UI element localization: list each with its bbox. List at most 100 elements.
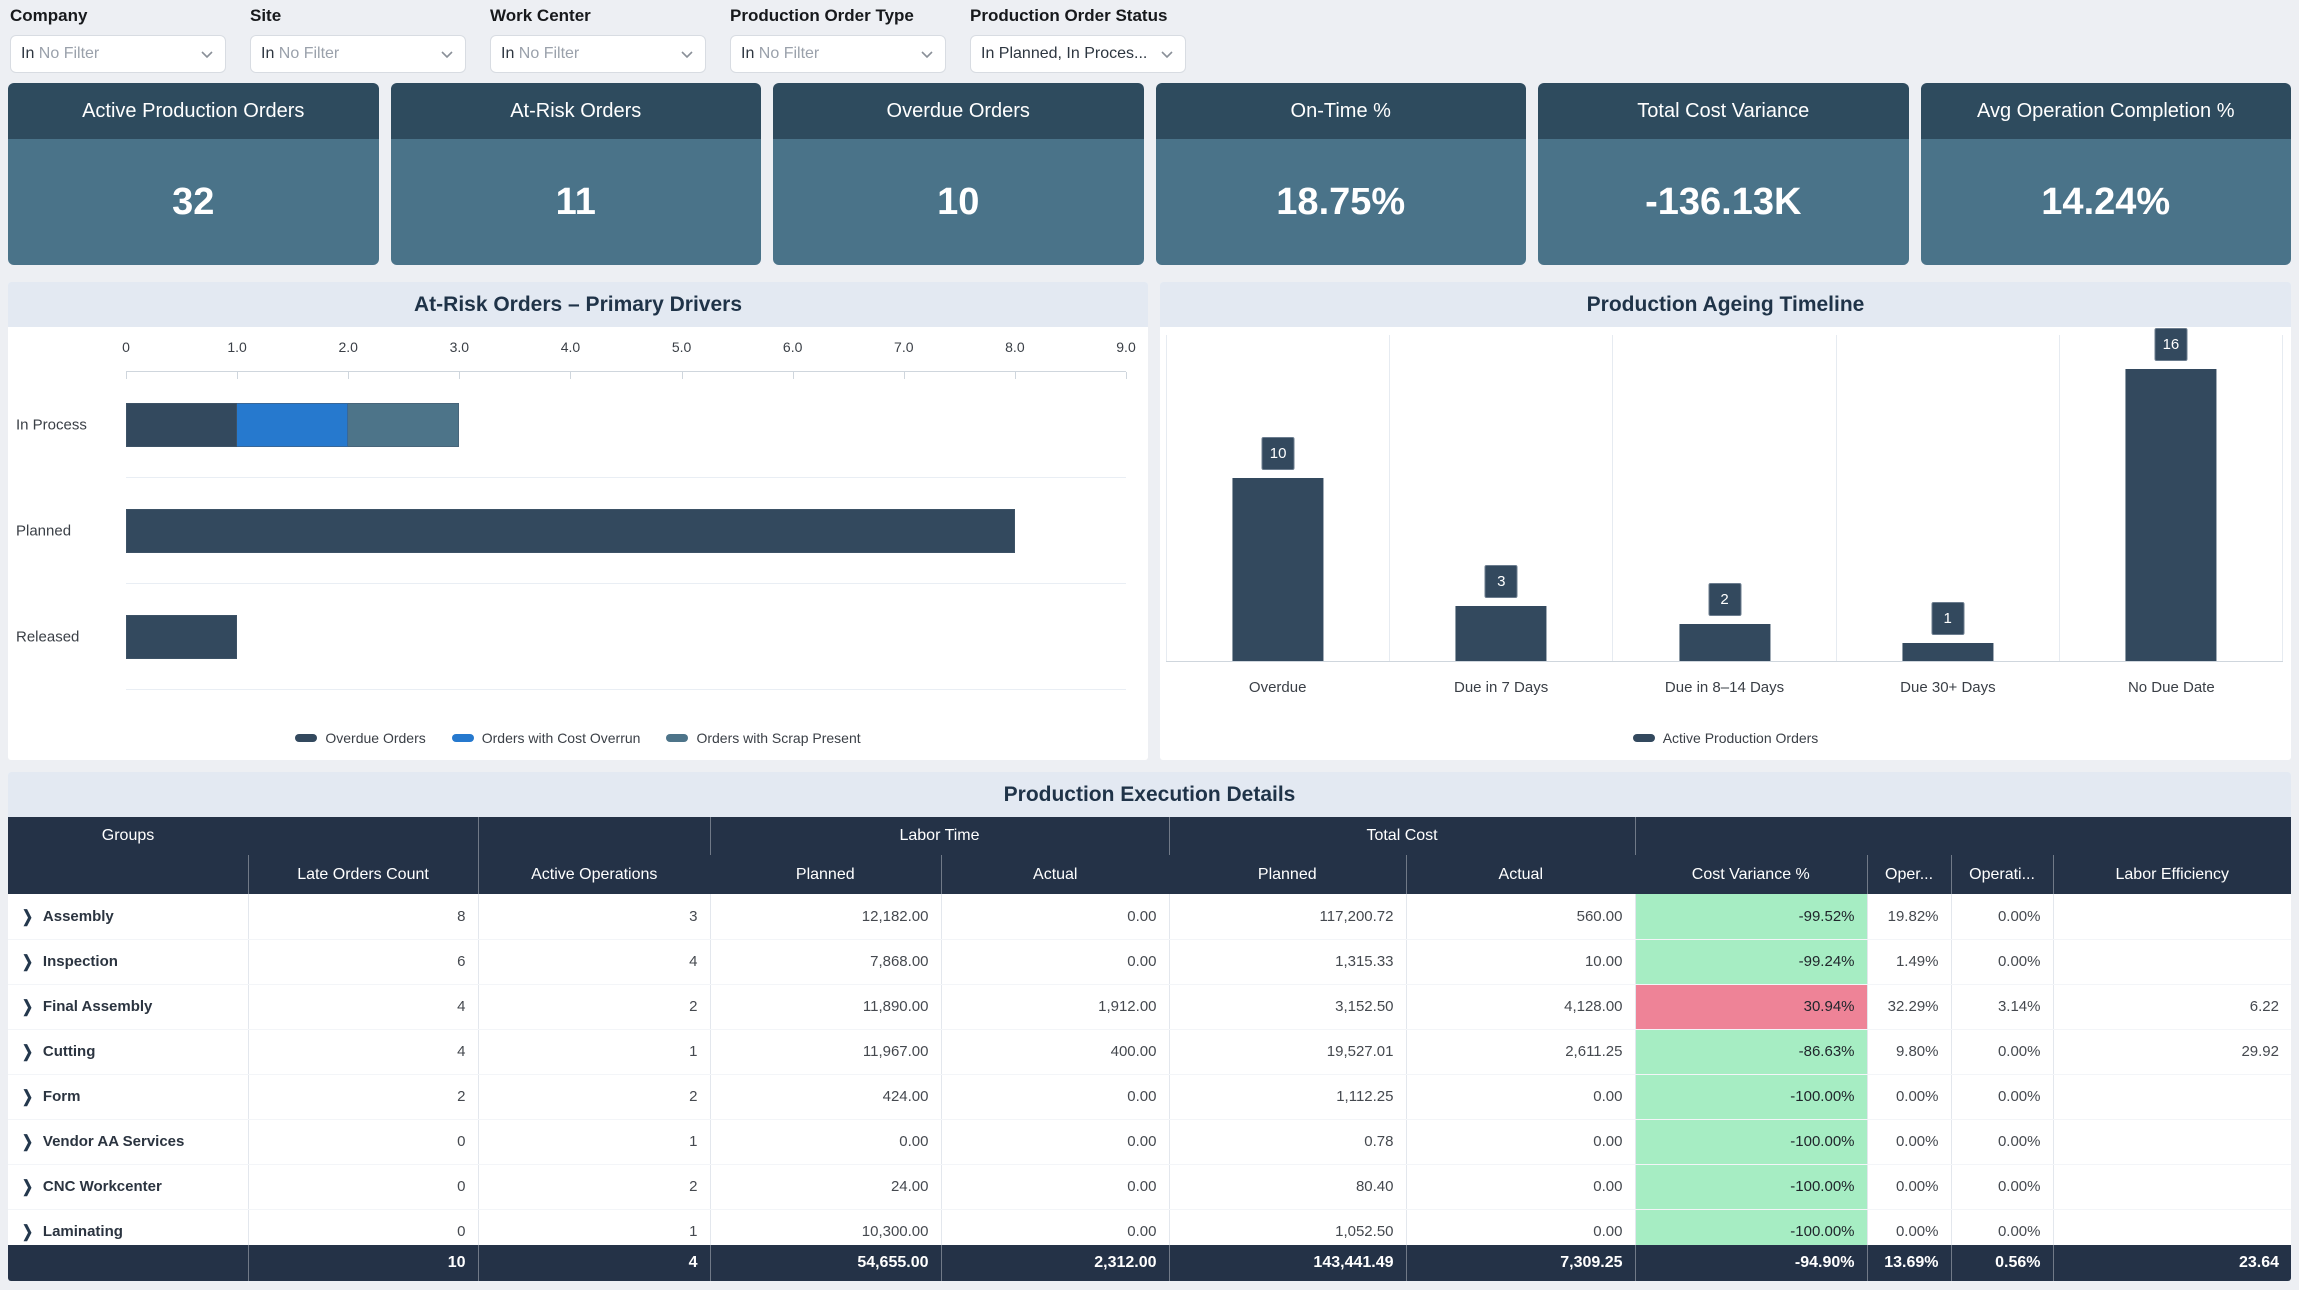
- cell-ops: 3: [478, 894, 710, 939]
- expand-chevron-icon[interactable]: ❯: [22, 1042, 33, 1062]
- filter-bar: CompanyIn No FilterSiteIn No FilterWork …: [0, 0, 2299, 83]
- legend: Overdue Orders Orders with Cost Overrun Or…: [8, 730, 1148, 746]
- x-tick-label: 4.0: [561, 339, 580, 355]
- column-header-operati-truncated[interactable]: Operati...: [1951, 855, 2053, 894]
- table-row[interactable]: ❯Cutting4111,967.00400.0019,527.012,611.…: [8, 1029, 2291, 1074]
- cell-late: 6: [248, 939, 478, 984]
- dashboard: CompanyIn No FilterSiteIn No FilterWork …: [0, 0, 2299, 1281]
- column-header-labor-actual[interactable]: Actual: [941, 855, 1169, 894]
- expand-chevron-icon[interactable]: ❯: [22, 997, 33, 1017]
- table-row[interactable]: ❯Laminating0110,300.000.001,052.500.00-1…: [8, 1209, 2291, 1245]
- category-label: In Process: [16, 416, 116, 433]
- bar-overdue[interactable]: [1233, 478, 1324, 661]
- bar-no-due-date[interactable]: [2125, 369, 2216, 661]
- expand-chevron-icon[interactable]: ❯: [22, 1087, 33, 1107]
- bar-segment-overdue-orders[interactable]: [126, 615, 237, 659]
- cell-oper: 32.29%: [1867, 984, 1951, 1029]
- category-label: Due 30+ Days: [1836, 679, 2059, 696]
- filter-label: Production Order Type: [730, 6, 946, 26]
- kpi-value: 32: [8, 139, 379, 265]
- expand-chevron-icon[interactable]: ❯: [22, 952, 33, 972]
- legend-item[interactable]: Orders with Cost Overrun: [452, 730, 641, 746]
- cell-variance: -99.52%: [1635, 894, 1867, 939]
- cell-variance: -99.24%: [1635, 939, 1867, 984]
- expand-chevron-icon[interactable]: ❯: [22, 1222, 33, 1242]
- legend-item[interactable]: Overdue Orders: [295, 730, 425, 746]
- cell-tc_actual: 0.00: [1406, 1119, 1635, 1164]
- column-header-cost-planned[interactable]: Planned: [1169, 855, 1406, 894]
- category-label: Due in 7 Days: [1389, 679, 1612, 696]
- stacked-bar-in-process: [126, 403, 1126, 447]
- table-row[interactable]: ❯Assembly8312,182.000.00117,200.72560.00…: [8, 894, 2291, 939]
- column-header-oper-truncated[interactable]: Oper...: [1867, 855, 1951, 894]
- kpi-value: 10: [773, 139, 1144, 265]
- at-risk-drivers-chart: 01.02.03.04.05.06.07.08.09.0 In ProcessP…: [8, 327, 1148, 760]
- cell-labor_eff: 29.92: [2053, 1029, 2291, 1074]
- table-row[interactable]: ❯Vendor AA Services010.000.000.780.00-10…: [8, 1119, 2291, 1164]
- cell-lt_planned: 12,182.00: [710, 894, 941, 939]
- bar-segment-orders-with-cost-overrun[interactable]: [237, 403, 348, 447]
- kpi-value: 11: [391, 139, 762, 265]
- expand-chevron-icon[interactable]: ❯: [22, 907, 33, 927]
- column-header-labor-planned[interactable]: Planned: [710, 855, 941, 894]
- column-header-cost-actual[interactable]: Actual: [1406, 855, 1635, 894]
- cell-oper: 0.00%: [1867, 1164, 1951, 1209]
- cell-tc_actual: 0.00: [1406, 1074, 1635, 1119]
- cell-variance: -100.00%: [1635, 1074, 1867, 1119]
- table-row[interactable]: ❯Form22424.000.001,112.250.00-100.00%0.0…: [8, 1074, 2291, 1119]
- ageing-timeline-chart-title: Production Ageing Timeline: [1160, 282, 2291, 327]
- cell-lt_actual: 0.00: [941, 1119, 1169, 1164]
- cell-late: 0: [248, 1164, 478, 1209]
- x-tick-label: 3.0: [450, 339, 469, 355]
- cell-tc_actual: 560.00: [1406, 894, 1635, 939]
- bar-due-in-7-days[interactable]: [1456, 606, 1547, 661]
- totals-cell-operati: 0.56%: [1951, 1245, 2053, 1281]
- expand-chevron-icon[interactable]: ❯: [22, 1132, 33, 1152]
- group-name: Vendor AA Services: [43, 1133, 184, 1150]
- filter-dropdown[interactable]: In No Filter: [490, 35, 706, 73]
- column-header-labor-efficiency[interactable]: Labor Efficiency: [2053, 855, 2291, 894]
- cell-tc_planned: 80.40: [1169, 1164, 1406, 1209]
- cell-tc_actual: 4,128.00: [1406, 984, 1635, 1029]
- cell-lt_planned: 424.00: [710, 1074, 941, 1119]
- cell-ops: 1: [478, 1119, 710, 1164]
- filter-label: Production Order Status: [970, 6, 1186, 26]
- filter-dropdown[interactable]: In No Filter: [10, 35, 226, 73]
- cell-tc_planned: 3,152.50: [1169, 984, 1406, 1029]
- cell-labor_eff: [2053, 939, 2291, 984]
- cell-lt_planned: 7,868.00: [710, 939, 941, 984]
- expand-chevron-icon[interactable]: ❯: [22, 1177, 33, 1197]
- cell-oper: 0.00%: [1867, 1074, 1951, 1119]
- bar-segment-overdue-orders[interactable]: [126, 509, 1015, 553]
- table-row[interactable]: ❯Inspection647,868.000.001,315.3310.00-9…: [8, 939, 2291, 984]
- legend-item[interactable]: Active Production Orders: [1633, 730, 1819, 746]
- x-tick-label: 8.0: [1005, 339, 1024, 355]
- x-tick-label: 1.0: [227, 339, 246, 355]
- x-tick-label: 5.0: [672, 339, 691, 355]
- kpi-card-overdue-orders: Overdue Orders10: [773, 83, 1144, 265]
- column-header-groups[interactable]: Groups: [8, 817, 248, 855]
- column-header-active-operations[interactable]: Active Operations: [478, 855, 710, 894]
- bar-due-in-8-14-days[interactable]: [1679, 624, 1770, 661]
- table-totals-row: 10454,655.002,312.00143,441.497,309.25-9…: [8, 1245, 2291, 1281]
- category-label: Overdue: [1166, 679, 1389, 696]
- filter-dropdown[interactable]: In No Filter: [250, 35, 466, 73]
- column-header-late-orders-count[interactable]: Late Orders Count: [248, 855, 478, 894]
- bar-segment-orders-with-scrap-present[interactable]: [348, 403, 459, 447]
- bar-due-30-days[interactable]: [1902, 643, 1993, 661]
- stacked-bar-planned: [126, 509, 1126, 553]
- filter-dropdown[interactable]: In Planned, In Proces...: [970, 35, 1186, 73]
- cell-lt_actual: 0.00: [941, 1209, 1169, 1245]
- legend-label: Active Production Orders: [1663, 730, 1819, 746]
- table-row[interactable]: ❯CNC Workcenter0224.000.0080.400.00-100.…: [8, 1164, 2291, 1209]
- legend-swatch: [1633, 734, 1655, 742]
- group-name: Assembly: [43, 908, 114, 925]
- cell-tc_planned: 19,527.01: [1169, 1029, 1406, 1074]
- column-group-labor-time: Labor Time: [710, 817, 1169, 855]
- table-row[interactable]: ❯Final Assembly4211,890.001,912.003,152.…: [8, 984, 2291, 1029]
- bar-segment-overdue-orders[interactable]: [126, 403, 237, 447]
- column-header-cost-variance[interactable]: Cost Variance %: [1635, 855, 1867, 894]
- legend-item[interactable]: Orders with Scrap Present: [666, 730, 860, 746]
- cell-oper: 1.49%: [1867, 939, 1951, 984]
- filter-dropdown[interactable]: In No Filter: [730, 35, 946, 73]
